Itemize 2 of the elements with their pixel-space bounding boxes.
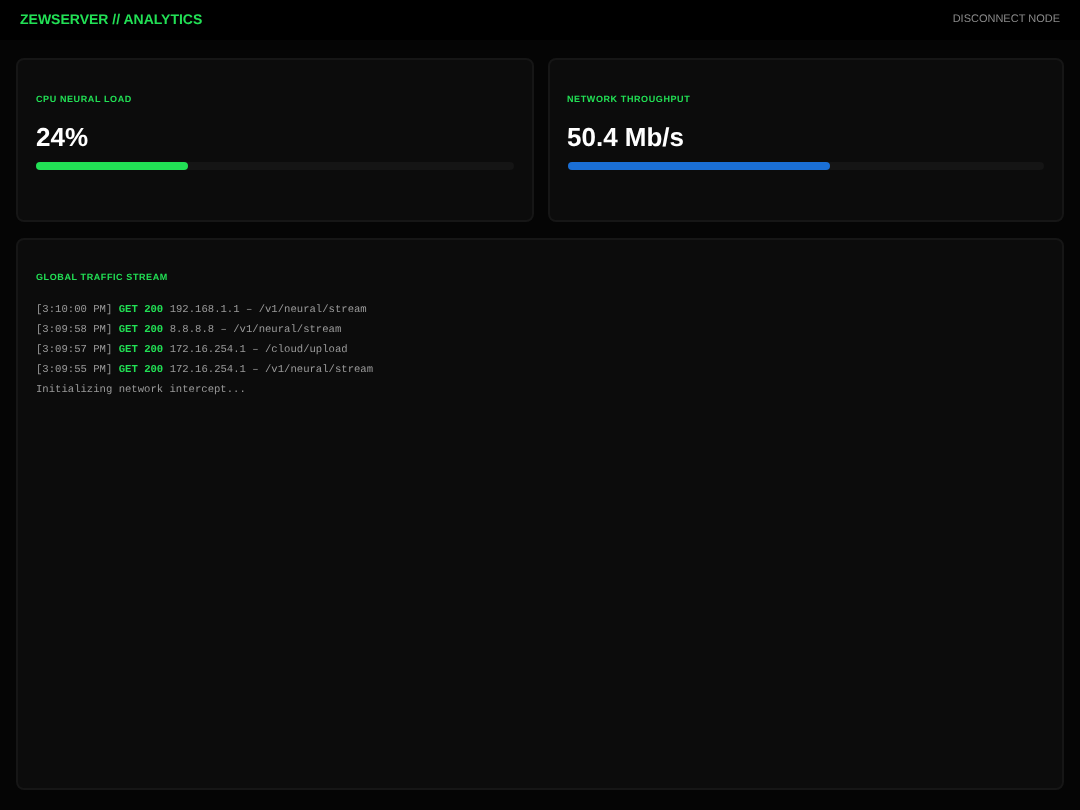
metric-value: 50.4 Mb/s xyxy=(567,122,685,152)
metric-value: 24% xyxy=(36,122,89,152)
